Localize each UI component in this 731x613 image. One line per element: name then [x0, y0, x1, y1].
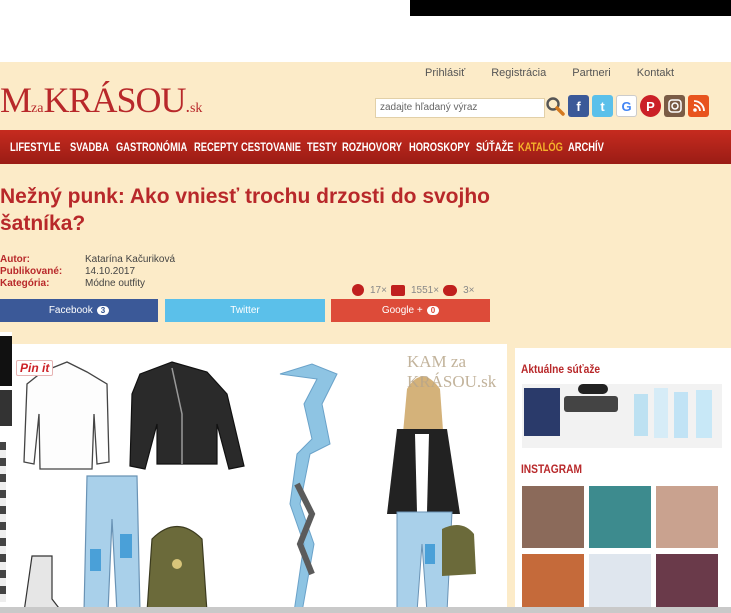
google-icon[interactable]: G [616, 95, 637, 117]
twitter-share-button[interactable]: Twitter [165, 299, 325, 322]
facebook-icon[interactable]: f [568, 95, 589, 117]
instagram-photo[interactable] [522, 486, 584, 548]
contests-heading: Aktuálne súťaže [520, 362, 601, 376]
nav-katalog[interactable]: KATALÓG [518, 140, 563, 154]
instagram-heading: INSTAGRAM [520, 462, 582, 476]
article-stats: 17× 1551× 3× [352, 284, 474, 296]
site-logo[interactable]: MzaKRÁSOU.sk [0, 79, 202, 121]
contests-banner[interactable] [522, 384, 722, 448]
instagram-icon[interactable] [664, 95, 685, 117]
instagram-photo[interactable] [589, 554, 651, 613]
social-icons: f t G P [544, 95, 709, 117]
views-count: 1551× [410, 284, 440, 296]
article-image[interactable]: Pin it KAM za KRÁSOU.sk [12, 344, 507, 613]
heart-icon [352, 284, 364, 296]
register-link[interactable]: Registrácia [491, 67, 546, 79]
top-black-bar [410, 0, 731, 16]
article-meta: Autor: Katarína Kačuriková Publikované: 14… [0, 254, 176, 289]
contact-link[interactable]: Kontakt [637, 67, 674, 79]
instagram-photo[interactable] [656, 486, 718, 548]
nav-horoskopy[interactable]: HOROSKOPY [409, 140, 470, 154]
nav-rozhovory[interactable]: ROZHOVORY [342, 140, 402, 154]
nav-lifestyle[interactable]: LIFESTYLE [10, 140, 61, 154]
comments-count: 3× [463, 284, 475, 296]
nav-recepty[interactable]: RECEPTY [194, 140, 238, 154]
instagram-photo[interactable] [589, 486, 651, 548]
instagram-photo[interactable] [656, 554, 718, 613]
published-date: 14.10.2017 [85, 266, 136, 277]
nav-archiv[interactable]: ARCHÍV [568, 140, 607, 154]
facebook-share-button[interactable]: Facebook 3 [0, 299, 158, 322]
category-link[interactable]: Módne outfity [85, 278, 145, 289]
nav-sutaze[interactable]: SÚŤAŽE [476, 140, 513, 154]
nav-gastronomia[interactable]: GASTRONÓMIA [116, 140, 187, 154]
bottom-scrollbar[interactable] [0, 607, 731, 613]
top-links: Prihlásiť Registrácia Partneri Kontakt [425, 67, 700, 79]
sidebar: Aktuálne súťaže INSTAGRAM [515, 348, 731, 613]
instagram-grid [522, 486, 722, 613]
left-edge-strip [0, 332, 12, 613]
instagram-photo[interactable] [522, 554, 584, 613]
comments-icon [443, 284, 458, 296]
pinterest-icon[interactable]: P [640, 95, 661, 117]
nav-cestovanie[interactable]: CESTOVANIE [241, 140, 301, 154]
login-link[interactable]: Prihlásiť [425, 67, 465, 79]
twitter-icon[interactable]: t [592, 95, 613, 117]
partners-link[interactable]: Partneri [572, 67, 611, 79]
views-icon [390, 284, 405, 296]
main-navigation: LIFESTYLE SVADBA GASTRONÓMIA RECEPTY CES… [0, 130, 731, 164]
nav-svadba[interactable]: SVADBA [70, 140, 111, 154]
google-share-button[interactable]: Google +0 [331, 299, 490, 322]
pin-it-button[interactable]: Pin it [16, 360, 54, 376]
nav-testy[interactable]: TESTY [307, 140, 339, 154]
search-input[interactable]: zadajte hľadaný výraz [375, 98, 545, 118]
rss-icon[interactable] [688, 95, 709, 117]
author-name[interactable]: Katarína Kačuriková [85, 254, 175, 265]
image-watermark: KAM za KRÁSOU.sk [407, 352, 497, 391]
site-header: MzaKRÁSOU.sk Prihlásiť Registrácia Partn… [0, 62, 731, 130]
search-icon[interactable] [544, 95, 565, 117]
article-title: Nežný punk: Ako vniesť trochu drzosti do… [0, 185, 490, 235]
likes-count: 17× [370, 284, 387, 296]
